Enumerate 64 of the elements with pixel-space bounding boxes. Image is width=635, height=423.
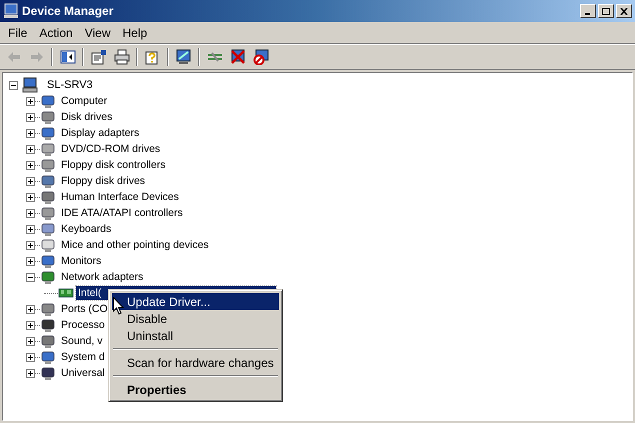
- computer-icon: [22, 77, 38, 93]
- tree-item[interactable]: Network adapters: [59, 270, 146, 284]
- tree-item[interactable]: Disk drives: [59, 110, 114, 124]
- tree-item[interactable]: Ports (CO: [59, 302, 110, 316]
- close-button[interactable]: [616, 4, 632, 18]
- computer-icon: [3, 3, 19, 19]
- tree-item[interactable]: Mice and other pointing devices: [59, 238, 211, 252]
- mouse-pointer-icon: [113, 297, 125, 315]
- collapse-icon[interactable]: [9, 80, 18, 90]
- minimize-button[interactable]: [580, 4, 596, 18]
- menu-item[interactable]: Action: [33, 24, 79, 42]
- tree-item[interactable]: Keyboards: [59, 222, 114, 236]
- menu-item[interactable]: File: [2, 24, 34, 42]
- expand-icon[interactable]: [26, 304, 35, 314]
- tree-item[interactable]: Universal: [59, 366, 107, 380]
- forward-arrow-icon: [28, 49, 44, 65]
- tree-item[interactable]: Computer: [59, 94, 110, 108]
- expand-icon[interactable]: [26, 352, 35, 362]
- tree-item[interactable]: Display adapters: [59, 126, 142, 140]
- tree-item[interactable]: Monitors: [59, 254, 104, 268]
- tree-item[interactable]: SL-SRV3: [45, 78, 95, 92]
- console-tree-icon: [60, 49, 76, 65]
- monitor-icon: [176, 49, 192, 65]
- properties-icon: [90, 49, 106, 65]
- expand-icon[interactable]: [26, 240, 35, 250]
- expand-icon[interactable]: [26, 144, 35, 154]
- tree-item[interactable]: Floppy disk controllers: [59, 158, 168, 172]
- expand-icon[interactable]: [26, 320, 35, 330]
- expand-icon[interactable]: [26, 112, 35, 122]
- menu-item[interactable]: View: [78, 24, 116, 42]
- expand-icon[interactable]: [26, 160, 35, 170]
- menu-item[interactable]: Help: [116, 24, 154, 42]
- tree-item[interactable]: Sound, v: [59, 334, 104, 348]
- expand-icon[interactable]: [26, 96, 35, 106]
- menu-item[interactable]: Properties: [112, 381, 279, 398]
- expand-icon[interactable]: [26, 176, 35, 186]
- menu-item[interactable]: Scan for hardware changes: [112, 354, 279, 371]
- maximize-icon: [602, 8, 610, 14]
- window-title: Device Manager: [22, 3, 114, 20]
- monitor-icon: [40, 253, 56, 269]
- printer-icon: [114, 49, 130, 65]
- expand-icon[interactable]: [26, 368, 35, 378]
- menu-item[interactable]: Disable: [112, 310, 279, 327]
- expand-icon[interactable]: [26, 192, 35, 202]
- expand-icon[interactable]: [26, 224, 35, 234]
- expand-icon[interactable]: [26, 256, 35, 266]
- expand-icon[interactable]: [26, 208, 35, 218]
- menu-item[interactable]: Uninstall: [112, 327, 279, 344]
- tree-item[interactable]: Human Interface Devices: [59, 190, 181, 204]
- collapse-icon[interactable]: [26, 272, 35, 282]
- tree-item[interactable]: DVD/CD-ROM drives: [59, 142, 162, 156]
- menu-item[interactable]: Update Driver...: [112, 293, 279, 310]
- tree-item[interactable]: Floppy disk drives: [59, 174, 148, 188]
- tree-item[interactable]: Processo: [59, 318, 107, 332]
- help-icon: [144, 49, 160, 65]
- expand-icon[interactable]: [26, 128, 35, 138]
- tree-item[interactable]: System d: [59, 350, 107, 364]
- tree-item[interactable]: IDE ATA/ATAPI controllers: [59, 206, 185, 220]
- expand-icon[interactable]: [26, 336, 35, 346]
- close-icon: [620, 8, 628, 14]
- disable-icon: [252, 49, 268, 65]
- maximize-button[interactable]: [598, 4, 614, 18]
- uninstall-icon: [230, 49, 246, 65]
- computer-icon: [40, 93, 56, 109]
